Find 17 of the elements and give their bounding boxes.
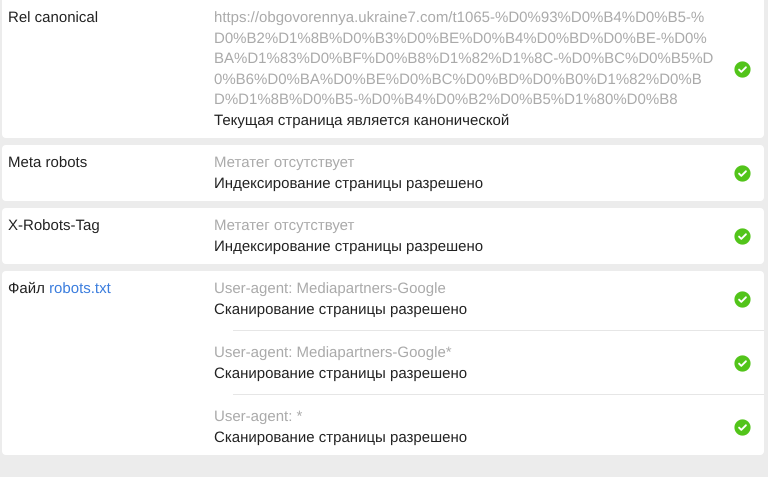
detail-text: User-agent: Mediapartners-Google* xyxy=(214,343,453,363)
robots-link[interactable]: robots.txt xyxy=(49,280,111,297)
detail-text: User-agent: * xyxy=(214,407,304,427)
check-label: Rel canonical xyxy=(8,8,100,28)
detail-text: https://obgovorennya.ukraine7.com/t1065-%D0%93%D0%B4%D0%B5-%D0%B2%D1%8B%D0%B3%D0%BE%D0%B4%D0%BD%D0%BE-%D0%BA%D1%83%D0%BF%D0%B8%D1%82%D1%8C-%D0%BC%D0%B5%D0%B6%D0%BA%D0%BE%D0%BC%D0%BD%D0%B0%D1%82%D0%BD%D1%8B%D0%B5-%D0%B4%D0%B2%D0%B5%D1%80%D0%B8 xyxy=(214,8,714,110)
check-label: X-Robots-Tag xyxy=(8,216,101,236)
detail-text: User-agent: Mediapartners-Google xyxy=(214,279,447,299)
check-label: Файл robots.txt xyxy=(8,279,112,299)
result-text: Текущая страница является канонической xyxy=(214,110,510,130)
detail-text: Метатег отсутствует xyxy=(214,216,356,236)
result-text: Индексирование страницы разрешено xyxy=(214,174,484,194)
result-text: Сканирование страницы разрешено xyxy=(214,364,468,384)
check-label: Meta robots xyxy=(8,153,88,173)
detail-text: Метатег отсутствует xyxy=(214,153,356,173)
result-text: Сканирование страницы разрешено xyxy=(214,428,468,448)
result-text: Сканирование страницы разрешено xyxy=(214,300,468,320)
result-text: Индексирование страницы разрешено xyxy=(214,236,484,256)
